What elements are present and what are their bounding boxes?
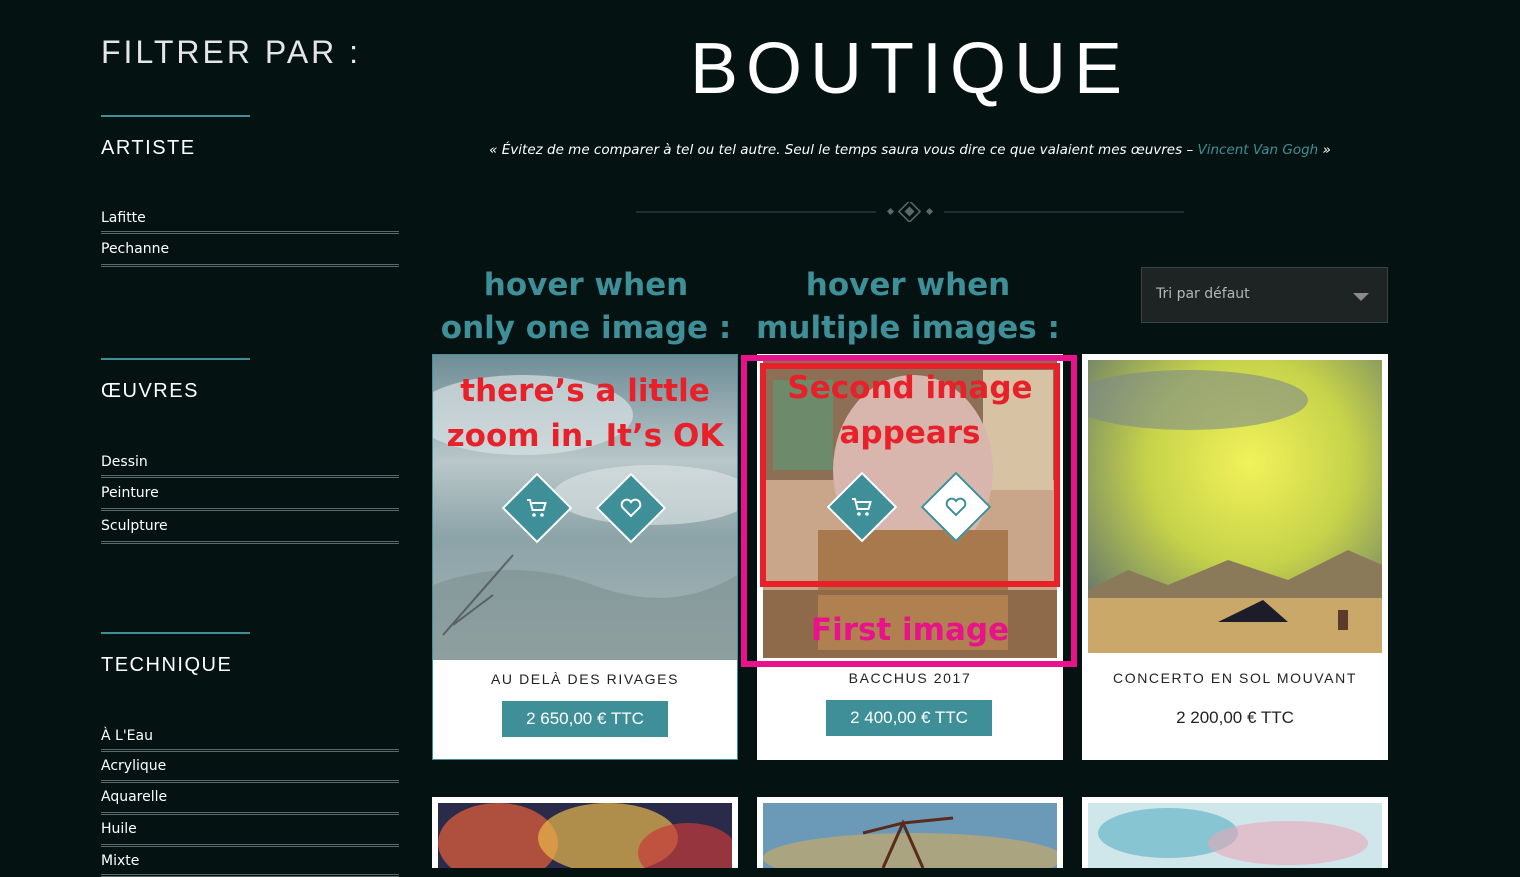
sort-select[interactable]: Tri par défaut: [1141, 267, 1388, 323]
quote-close: »: [1318, 142, 1331, 158]
filter-section-technique: TECHNIQUE À L'Eau Acrylique Aquarelle Hu…: [101, 632, 399, 877]
filter-item-lafitte[interactable]: Lafitte: [101, 204, 399, 234]
painting-watercolor: [1088, 803, 1382, 868]
quote-open: «: [489, 142, 502, 158]
wishlist-button[interactable]: [595, 472, 667, 544]
quote-text: Évitez de me comparer à tel ou tel autre…: [501, 142, 1198, 158]
filter-item-peinture[interactable]: Peinture: [101, 478, 399, 511]
annotation-frame-second-image: [760, 363, 1060, 587]
quote-author-link[interactable]: Vincent Van Gogh: [1197, 142, 1318, 158]
chevron-down-icon: [1353, 293, 1369, 301]
product-card[interactable]: [757, 797, 1063, 868]
annotation-multi-hover: hover when multiple images :: [752, 264, 1064, 350]
product-card[interactable]: AU DELÀ DES RIVAGES 2 650,00 € TTC there…: [432, 354, 738, 760]
filter-item-mixte[interactable]: Mixte: [101, 847, 399, 877]
filter-heading-technique: TECHNIQUE: [101, 654, 233, 676]
filter-heading-oeuvres: ŒUVRES: [101, 380, 199, 402]
annotation-line: zoom in. It’s OK: [446, 418, 724, 454]
sort-selected-value: Tri par défaut: [1156, 286, 1250, 302]
diamond-ornament-icon: [636, 202, 1184, 222]
cart-icon: [527, 499, 547, 517]
product-card[interactable]: [1082, 797, 1388, 868]
filter-section-artiste: ARTISTE Lafitte Pechanne: [101, 115, 399, 267]
product-image[interactable]: [1088, 360, 1382, 653]
quote: « Évitez de me comparer à tel ou tel aut…: [432, 142, 1388, 158]
section-rule: [101, 632, 250, 634]
filter-item-dessin[interactable]: Dessin: [101, 448, 399, 478]
filter-heading-artiste: ARTISTE: [101, 137, 196, 159]
oeuvres-list: Dessin Peinture Sculpture: [101, 448, 399, 544]
annotation-line: hover when: [483, 267, 689, 303]
product-title[interactable]: BACCHUS 2017: [757, 670, 1063, 686]
annotation-line: hover when: [805, 267, 1011, 303]
product-title[interactable]: CONCERTO EN SOL MOUVANT: [1082, 670, 1388, 686]
painting-piano-landscape: [1088, 360, 1382, 653]
product-image[interactable]: [763, 803, 1057, 868]
filter-item-acrylique[interactable]: Acrylique: [101, 752, 399, 783]
filter-item-huile[interactable]: Huile: [101, 815, 399, 847]
technique-list: À L'Eau Acrylique Aquarelle Huile Mixte: [101, 722, 399, 877]
annotation-line: only one image :: [440, 310, 732, 346]
painting-trees: [763, 803, 1057, 868]
product-image[interactable]: [1088, 803, 1382, 868]
filter-item-sculpture[interactable]: Sculpture: [101, 511, 399, 544]
filter-item-aquarelle[interactable]: Aquarelle: [101, 783, 399, 815]
filter-item-a-leau[interactable]: À L'Eau: [101, 722, 399, 752]
product-card[interactable]: [432, 797, 738, 868]
product-card[interactable]: CONCERTO EN SOL MOUVANT 2 200,00 € TTC: [1082, 354, 1388, 760]
product-price: 2 200,00 € TTC: [1176, 708, 1294, 727]
annotation-single-hover: hover when only one image :: [436, 264, 736, 350]
section-rule: [101, 358, 250, 360]
filter-section-oeuvres: ŒUVRES Dessin Peinture Sculpture: [101, 358, 399, 544]
section-rule: [101, 115, 250, 117]
annotation-zoom-note: there’s a little zoom in. It’s OK: [433, 369, 737, 459]
heart-icon: [620, 498, 642, 518]
page-title: BOUTIQUE: [689, 29, 1131, 109]
filter-item-pechanne[interactable]: Pechanne: [101, 234, 399, 267]
product-title[interactable]: AU DELÀ DES RIVAGES: [433, 671, 737, 687]
price-button[interactable]: 2 400,00 € TTC: [826, 700, 992, 736]
product-image[interactable]: [438, 803, 732, 868]
painting-abstract-colorful: [438, 803, 732, 868]
add-to-cart-button[interactable]: [501, 472, 573, 544]
price-button[interactable]: 2 650,00 € TTC: [502, 701, 668, 737]
annotation-line: there’s a little: [460, 373, 710, 409]
artiste-list: Lafitte Pechanne: [101, 204, 399, 267]
annotation-line: multiple images :: [756, 310, 1060, 346]
filter-title: FILTRER PAR :: [101, 34, 362, 70]
